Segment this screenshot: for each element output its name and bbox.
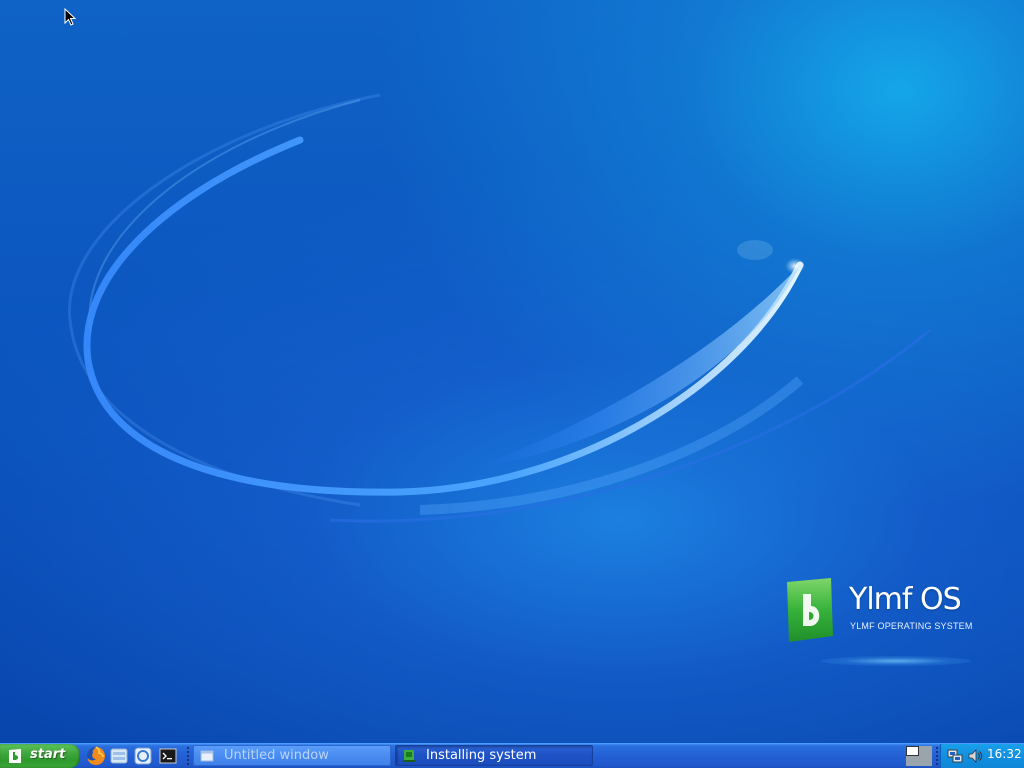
file-manager-icon[interactable] bbox=[109, 746, 129, 766]
quick-launch-bar bbox=[84, 746, 184, 767]
workspace-switcher[interactable] bbox=[905, 745, 933, 767]
mouse-pointer-icon bbox=[64, 8, 76, 26]
network-icon[interactable] bbox=[947, 748, 963, 764]
ylmf-logo-icon bbox=[9, 749, 21, 763]
logo-glow bbox=[821, 656, 971, 666]
workspace-1[interactable] bbox=[906, 746, 919, 756]
workspace-3[interactable] bbox=[906, 756, 919, 766]
logo-title: Ylmf OS bbox=[849, 582, 962, 617]
system-tray: 16:32 bbox=[940, 744, 1024, 768]
terminal-icon[interactable] bbox=[158, 746, 178, 766]
window-icon bbox=[200, 750, 214, 762]
task-installing-system[interactable]: Installing system bbox=[395, 745, 593, 766]
logo-subtitle: YLMF OPERATING SYSTEM bbox=[850, 621, 973, 631]
task-label: Untitled window bbox=[224, 748, 329, 763]
workspace-2[interactable] bbox=[919, 746, 932, 756]
volume-icon[interactable] bbox=[967, 748, 983, 764]
ylmf-os-logo: Ylmf OS YLMF OPERATING SYSTEM bbox=[781, 576, 981, 676]
workspace-4[interactable] bbox=[919, 756, 932, 766]
taskbar-grip[interactable] bbox=[186, 746, 190, 766]
firefox-icon[interactable] bbox=[86, 746, 106, 766]
clock[interactable]: 16:32 bbox=[987, 747, 1022, 761]
desktop[interactable]: Ylmf OS YLMF OPERATING SYSTEM bbox=[0, 0, 1024, 743]
browser-icon[interactable] bbox=[133, 746, 153, 766]
task-label: Installing system bbox=[426, 748, 537, 763]
task-untitled-window[interactable]: Untitled window bbox=[193, 745, 391, 766]
start-button[interactable]: start bbox=[0, 744, 80, 768]
tray-grip bbox=[935, 746, 939, 766]
installer-icon bbox=[403, 750, 415, 762]
taskbar: start Untitled window Installing system … bbox=[0, 743, 1024, 768]
start-label: start bbox=[30, 747, 66, 762]
ylmf-badge-icon bbox=[787, 578, 833, 642]
